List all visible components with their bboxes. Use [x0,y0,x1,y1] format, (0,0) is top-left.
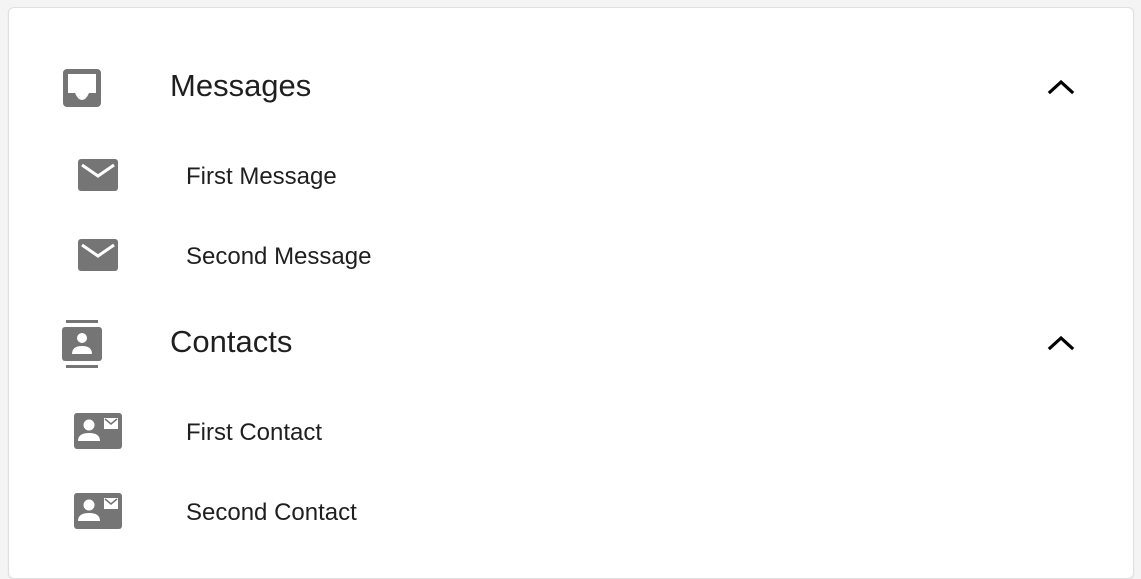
contact-mail-icon [74,493,122,529]
section-title: Messages [170,68,312,103]
section-title: Contacts [170,324,293,359]
list-item-label: Second Contact [186,499,357,526]
mail-icon [78,159,118,191]
list-item-label: First Contact [186,419,323,446]
list-item-label: First Message [186,163,337,190]
mail-icon [78,239,118,271]
list-item[interactable]: First Message [9,137,1133,217]
chevron-up-icon[interactable] [1046,332,1076,359]
contact-mail-icon [74,413,122,449]
inbox-icon [63,69,101,107]
chevron-up-icon[interactable] [1046,76,1076,103]
list-item[interactable]: Second Contact [9,473,1133,553]
list-item[interactable]: First Contact [9,393,1133,473]
list-item-label: Second Message [186,243,372,270]
list-item[interactable]: Second Message [9,217,1133,297]
section-header-contacts[interactable]: Contacts [9,304,1133,384]
contacts-icon [62,320,102,368]
nested-list-card: Messages First Message Second Message Co… [8,7,1134,579]
section-header-messages[interactable]: Messages [9,48,1133,128]
